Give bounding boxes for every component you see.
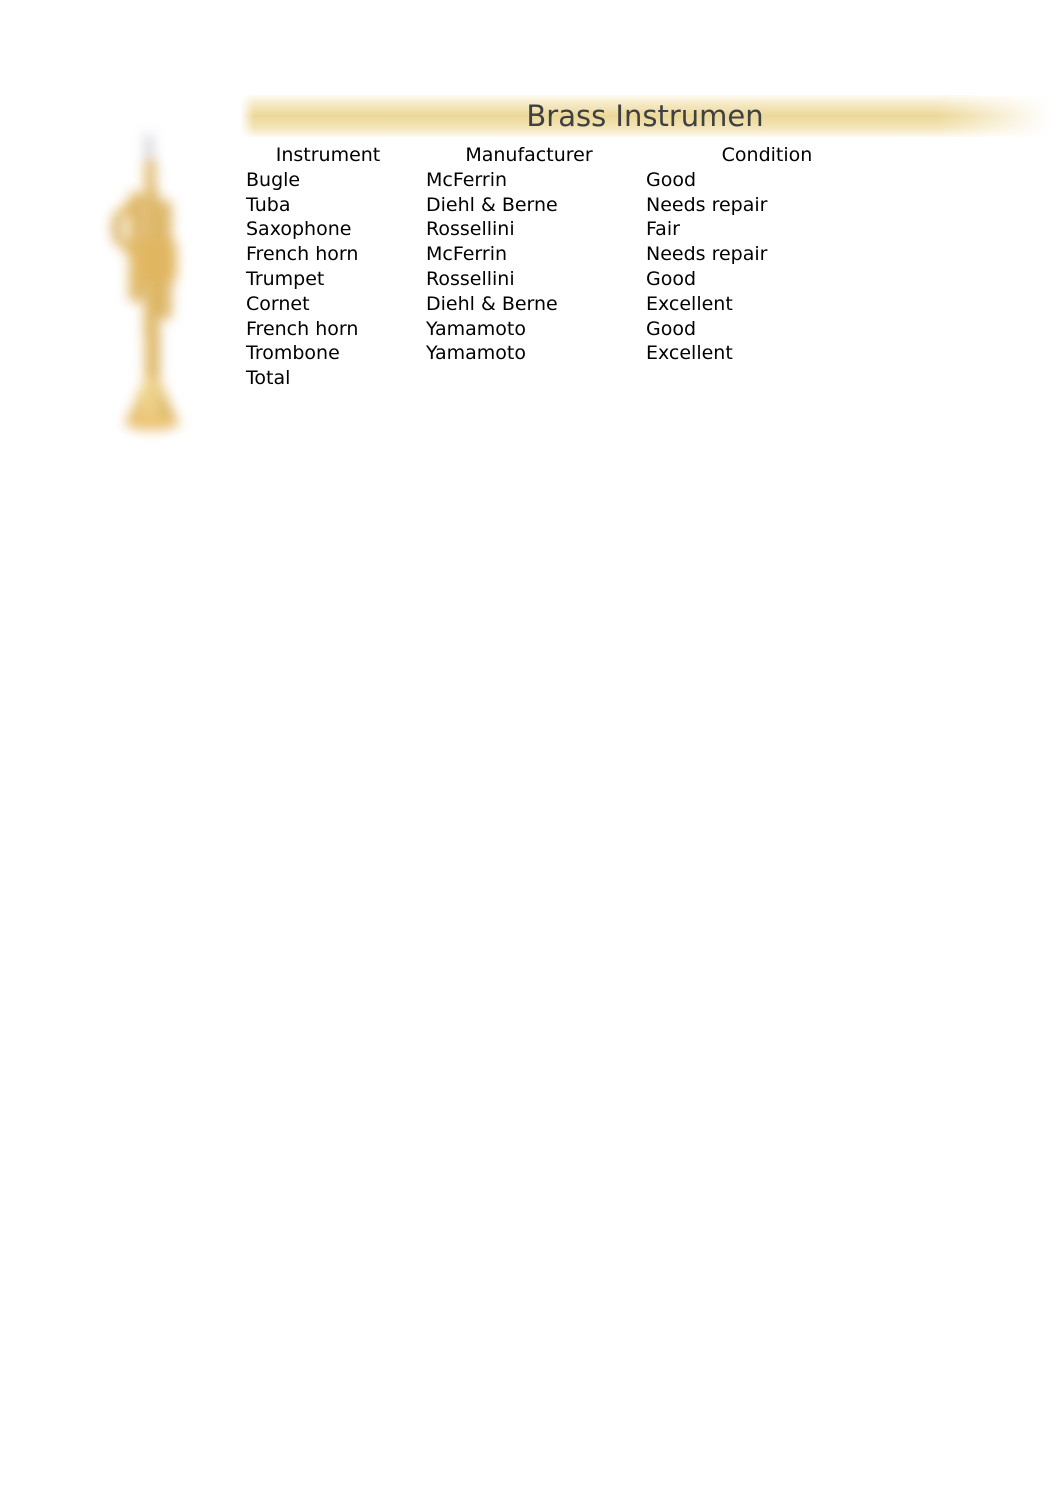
cell-condition: Good xyxy=(646,267,697,290)
trumpet-icon xyxy=(112,134,179,430)
instrument-table: Instrument Manufacturer Condition Bugle … xyxy=(240,143,934,391)
table-row: French horn Yamamoto Good xyxy=(240,317,934,342)
cell-instrument: Bugle xyxy=(246,168,301,191)
table-row: Trumpet Rossellini Good xyxy=(240,267,934,292)
cell-instrument: Saxophone xyxy=(246,218,352,241)
cell-manufacturer: Diehl & Berne xyxy=(426,193,558,216)
table-row: Bugle McFerrin Good xyxy=(240,168,934,193)
cell-manufacturer: McFerrin xyxy=(426,243,508,266)
table-row: Tuba Diehl & Berne Needs repair xyxy=(240,193,934,218)
table-header-row: Instrument Manufacturer Condition xyxy=(240,143,934,168)
cell-manufacturer: Yamamoto xyxy=(426,317,526,340)
table-total-row: Total xyxy=(240,366,934,391)
cell-condition: Fair xyxy=(646,218,680,241)
cell-manufacturer: McFerrin xyxy=(426,168,508,191)
cell-condition: Good xyxy=(646,168,697,191)
cell-instrument: Tuba xyxy=(246,193,291,216)
cell-condition: Excellent xyxy=(646,342,733,365)
cell-condition: Good xyxy=(646,317,697,340)
cell-manufacturer: Rossellini xyxy=(426,267,515,290)
table-row: French horn McFerrin Needs repair xyxy=(240,242,934,267)
cell-total-label: Total xyxy=(246,367,291,390)
column-header-manufacturer: Manufacturer xyxy=(465,144,593,166)
page-title: Brass Instrumen xyxy=(526,99,764,133)
cell-manufacturer: Yamamoto xyxy=(426,342,526,365)
cell-manufacturer: Rossellini xyxy=(426,218,515,241)
cell-condition: Excellent xyxy=(646,292,733,315)
cell-manufacturer: Diehl & Berne xyxy=(426,292,558,315)
cell-total-condition xyxy=(644,366,876,391)
cell-instrument: Cornet xyxy=(246,292,310,315)
cell-instrument: Trombone xyxy=(246,342,340,365)
cell-condition: Needs repair xyxy=(646,243,768,266)
cell-total-manufacturer xyxy=(422,366,644,391)
cell-instrument: French horn xyxy=(246,317,359,340)
table-row: Cornet Diehl & Berne Excellent xyxy=(240,292,934,317)
cell-instrument: French horn xyxy=(246,243,359,266)
column-header-condition: Condition xyxy=(721,144,813,166)
column-header-instrument: Instrument xyxy=(275,144,381,166)
table-row: Trombone Yamamoto Excellent xyxy=(240,341,934,366)
cell-condition: Needs repair xyxy=(646,193,768,216)
cell-instrument: Trumpet xyxy=(246,267,325,290)
table-row: Saxophone Rossellini Fair xyxy=(240,217,934,242)
trumpet-illustration xyxy=(95,130,235,440)
